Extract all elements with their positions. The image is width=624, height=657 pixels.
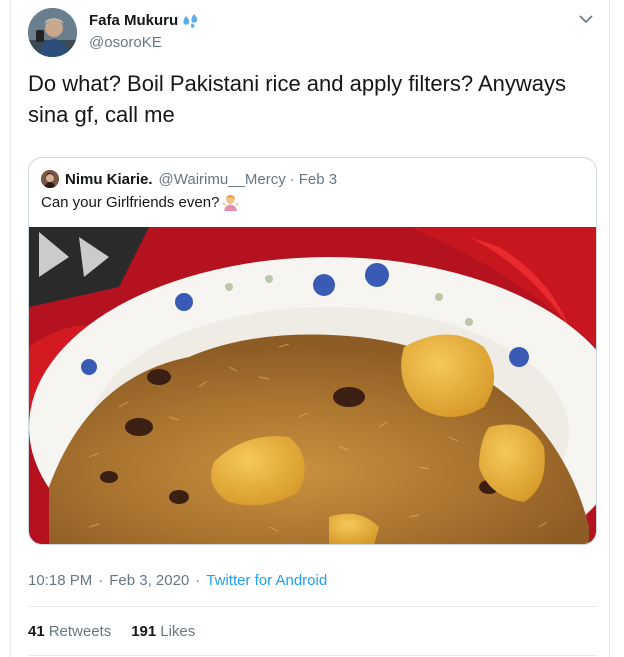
quoted-author-name: Nimu Kiarie. [65, 170, 153, 188]
separator-dot: · [195, 572, 201, 589]
sweat-droplets-icon [183, 13, 198, 28]
rice-dish-photo[interactable] [29, 227, 596, 545]
separator-dot: · [98, 572, 104, 589]
engagement-stats: 41 Retweets 191 Likes [28, 623, 215, 640]
quoted-author-avatar [41, 170, 59, 188]
quoted-tweet-date: Feb 3 [298, 170, 338, 188]
retweets-count: 41 [28, 623, 45, 640]
chevron-down-icon[interactable] [579, 14, 593, 24]
tweet-card: Fafa Mukuru @osoroKE Do what? Boil Pakis… [10, 0, 610, 657]
separator-dot: · [289, 170, 295, 188]
quoted-tweet-text: Can your Girlfriends even? [41, 194, 220, 211]
retweets-stat[interactable]: 41 Retweets [28, 623, 111, 640]
author-avatar[interactable] [28, 8, 77, 57]
quoted-tweet-header: Nimu Kiarie. @Wairimu__Mercy · Feb 3 [41, 170, 337, 188]
tweet-time[interactable]: 10:18 PM [28, 572, 92, 589]
author-name-row: Fafa Mukuru [89, 12, 199, 29]
quoted-tweet[interactable]: Nimu Kiarie. @Wairimu__Mercy · Feb 3 Can… [28, 157, 597, 545]
author-handle[interactable]: @osoroKE [89, 34, 162, 51]
author-display-name[interactable]: Fafa Mukuru [89, 12, 178, 29]
tweet-metadata: 10:18 PM · Feb 3, 2020 · Twitter for And… [28, 572, 327, 589]
retweets-label: Retweets [48, 623, 112, 640]
quoted-author-handle: @Wairimu__Mercy [158, 170, 286, 188]
likes-label: Likes [160, 623, 196, 640]
tweet-source-link[interactable]: Twitter for Android [206, 572, 327, 589]
tweet-text: Do what? Boil Pakistani rice and apply f… [28, 71, 567, 127]
likes-stat[interactable]: 191 Likes [131, 623, 195, 640]
likes-count: 191 [131, 623, 157, 640]
divider [28, 655, 597, 656]
woman-shrugging-icon [222, 195, 239, 211]
divider [28, 606, 597, 607]
tweet-date[interactable]: Feb 3, 2020 [109, 572, 189, 589]
quoted-tweet-text-row: Can your Girlfriends even? [41, 194, 239, 211]
